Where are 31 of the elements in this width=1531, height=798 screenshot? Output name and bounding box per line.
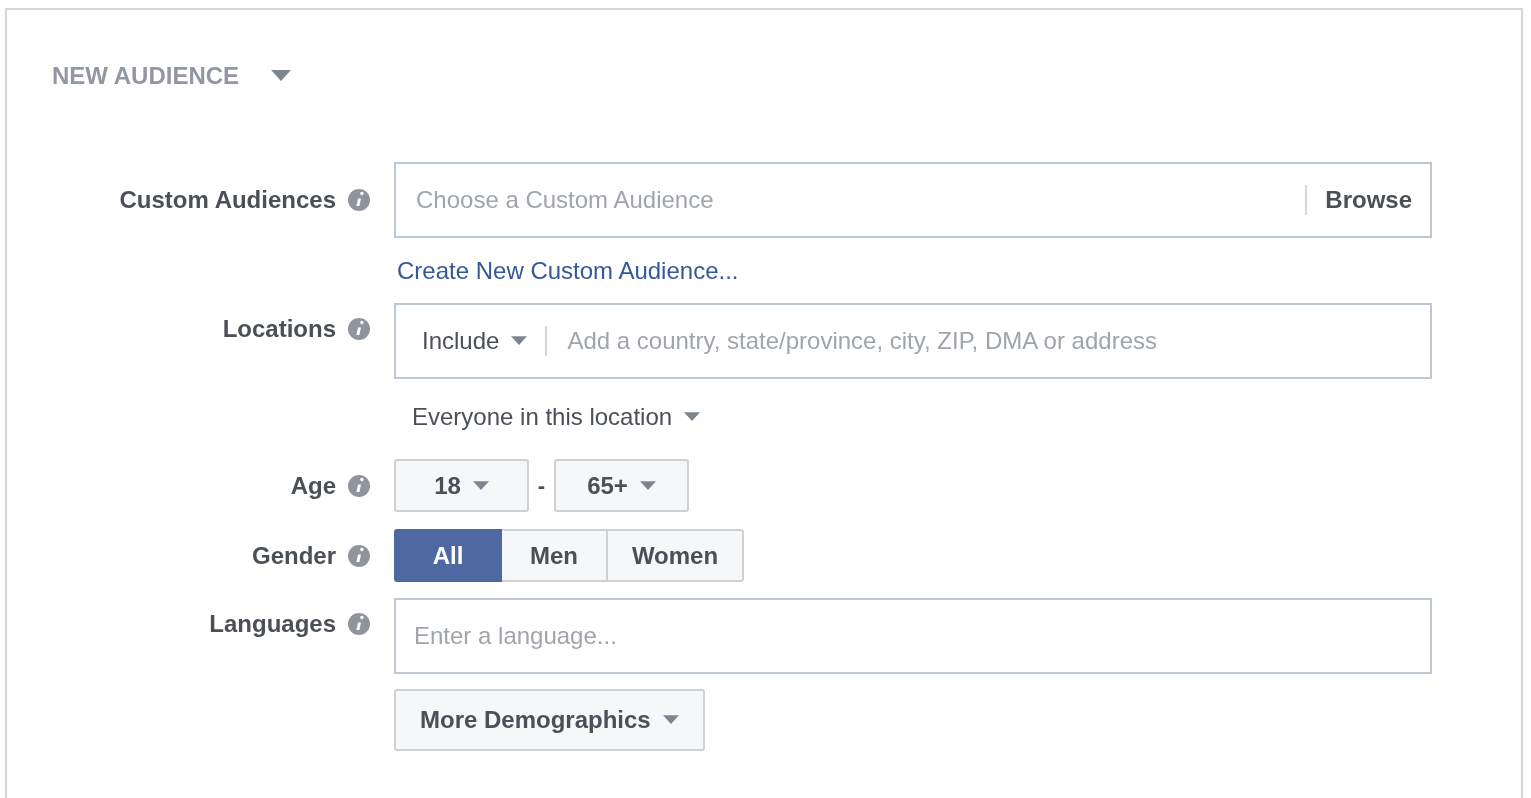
info-icon[interactable] — [348, 474, 370, 497]
gender-tab[interactable]: Men — [500, 529, 608, 582]
field-label: Gender — [251, 541, 336, 570]
field-label: Languages — [209, 610, 336, 638]
caret-icon — [511, 336, 528, 346]
field-label: Age — [290, 471, 336, 500]
language-field[interactable]: Enter a language... — [394, 598, 1432, 674]
audience-dropdown[interactable]: Everyone in this location — [394, 403, 701, 431]
audience-field[interactable]: Choose a Custom Audience Browse — [394, 162, 1432, 238]
info-icon[interactable] — [348, 613, 370, 635]
section-title: NEW AUDIENCE — [52, 62, 240, 90]
field-label: Locations — [222, 315, 336, 343]
info-icon[interactable] — [348, 318, 370, 340]
caret-icon[interactable] — [271, 70, 292, 82]
info-icon[interactable] — [348, 544, 370, 567]
age-dropdown[interactable]: 18 — [394, 459, 529, 512]
browse-button[interactable]: Browse — [1307, 186, 1430, 214]
location-field[interactable]: Include Add a country, state/province, city, ZIP, DMA or address — [394, 303, 1432, 379]
caret-icon — [639, 480, 656, 491]
gender-tab[interactable]: Women — [606, 529, 744, 582]
create-audience-link[interactable]: Create New Custom Audience... — [394, 257, 739, 285]
caret-icon — [662, 715, 679, 725]
caret-icon — [472, 480, 489, 491]
info-icon[interactable] — [348, 189, 370, 211]
age-dropdown[interactable]: 65+ — [554, 459, 689, 512]
range-separator: - — [536, 472, 547, 499]
include-dropdown[interactable]: Include — [396, 327, 546, 355]
more-demographics-button[interactable]: More Demographics — [394, 689, 705, 751]
gender-tab[interactable]: All — [394, 529, 502, 582]
field-label: Custom Audiences — [119, 186, 336, 214]
caret-icon — [684, 412, 701, 422]
